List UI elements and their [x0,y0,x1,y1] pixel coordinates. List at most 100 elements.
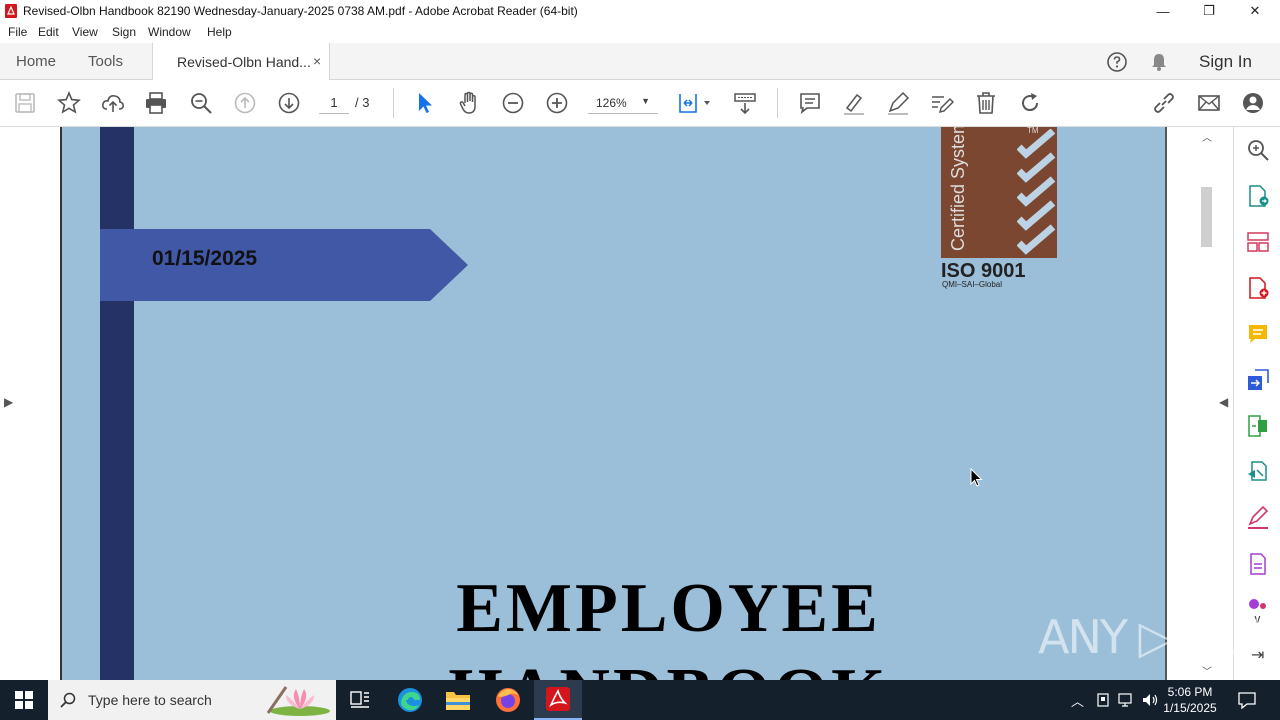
email-icon[interactable] [1197,91,1221,115]
print-icon[interactable] [144,91,168,115]
zoom-level-value: 126% [596,96,627,110]
save-icon[interactable] [13,91,37,115]
right-tools-panel: ∨ ⇥ [1233,127,1280,680]
acrobat-taskbar-button[interactable] [534,680,582,720]
compress-pdf-icon[interactable] [1246,414,1270,438]
share-user-icon[interactable] [1241,91,1265,115]
comment-icon[interactable] [798,91,822,115]
search-icon [60,692,76,708]
edit-text-icon[interactable] [930,91,955,115]
upload-cloud-icon[interactable] [101,91,125,115]
task-view-button[interactable] [336,680,384,720]
create-pdf-icon[interactable] [1246,276,1270,300]
sign-in-button[interactable]: Sign In [1199,52,1252,72]
edge-icon [398,688,422,712]
more-tools-icon[interactable] [1246,552,1270,576]
windows-logo-icon [15,691,33,709]
menu-file[interactable]: File [8,25,27,39]
show-hidden-icons-chevron-icon[interactable]: ︿ [1071,691,1084,710]
document-headline: EMPLOYEE [456,570,881,647]
iso-sub-label: QMI–SAI–Global [942,280,1003,289]
highlighter-icon[interactable] [842,91,866,115]
tab-document[interactable]: Revised-Olbn Hand... × [152,43,330,81]
export-pdf-icon[interactable] [1246,184,1270,208]
acrobat-app-icon [5,4,17,18]
tab-tools[interactable]: Tools [88,53,123,70]
task-view-icon [350,691,369,708]
fill-sign-icon[interactable] [1246,505,1270,530]
mouse-cursor-icon [970,468,983,487]
document-viewport[interactable]: ▶ 01/15/2025 TM Certified System ISO 900… [0,127,1233,680]
page-fit-icon[interactable] [677,91,713,115]
menu-edit[interactable]: Edit [38,25,59,39]
rotate-icon[interactable] [1018,91,1042,115]
notifications-bell-icon[interactable] [1149,52,1169,72]
previous-page-icon[interactable] [233,91,257,115]
volume-icon[interactable] [1142,692,1160,708]
toolbar-divider [393,88,394,118]
zoom-in-icon[interactable] [545,91,569,115]
file-explorer-button[interactable] [434,680,482,720]
delete-trash-icon[interactable] [974,91,998,115]
scroll-up-icon[interactable]: ︿ [1202,129,1212,144]
zoom-out-icon[interactable] [501,91,525,115]
scrollbar-thumb[interactable] [1201,187,1212,247]
lotus-decoration-icon [266,686,330,716]
zoom-level-select[interactable]: 126% ▼ [588,92,658,114]
firefox-icon [496,688,520,712]
trademark-label: TM [1027,127,1039,135]
checkmarks-icon [1017,129,1056,255]
menu-sign[interactable]: Sign [112,25,136,39]
vertical-scrollbar[interactable]: ︿ ﹀ [1198,127,1215,680]
network-icon[interactable] [1118,692,1136,708]
chevron-down-icon: ▼ [641,96,650,106]
certified-system-label: Certified System [948,127,968,251]
menu-bar: File Edit View Sign Window Help [0,22,1280,43]
close-window-button[interactable]: ✕ [1232,0,1278,22]
organize-pages-icon[interactable] [1246,230,1270,254]
start-button[interactable] [0,680,48,720]
acrobat-icon [546,687,570,711]
menu-help[interactable]: Help [207,25,232,39]
device-tray-icon[interactable] [1095,692,1111,708]
document-date: 01/15/2025 [152,247,258,270]
toolbar: 1 / 3 126% ▼ [0,80,1280,127]
draw-pen-icon[interactable] [886,91,910,115]
firefox-button[interactable] [484,680,532,720]
toolbar-divider [777,88,778,118]
share-link-icon[interactable] [1152,91,1176,115]
search-tool-icon[interactable] [1246,138,1270,162]
page-total: / 3 [355,95,370,110]
scroll-mode-icon[interactable] [733,91,757,115]
edge-browser-button[interactable] [386,680,434,720]
system-clock[interactable]: 5:06 PM 1/15/2025 [1160,684,1220,716]
menu-window[interactable]: Window [148,25,191,39]
combine-files-icon[interactable] [1246,368,1270,392]
collapse-right-panel-icon[interactable]: ◀ [1219,395,1228,409]
clock-date: 1/15/2025 [1163,701,1217,715]
page-number-input[interactable]: 1 [319,92,349,114]
zoom-search-icon[interactable] [189,91,213,115]
maximize-button[interactable]: ❐ [1186,0,1232,22]
window-title: Revised-Olbn Handbook 82190 Wednesday-Ja… [23,4,578,18]
windows-taskbar: Type here to search ︿ 5:06 PM 1/15/2025 [0,680,1280,720]
menu-view[interactable]: View [72,25,98,39]
taskbar-search-box[interactable]: Type here to search [48,680,336,720]
bookmark-star-icon[interactable] [57,90,81,115]
minimize-button[interactable]: — [1140,0,1186,22]
hand-tool-icon[interactable] [457,91,481,115]
tab-bar: Home Tools Revised-Olbn Hand... × Sign I… [0,43,1280,81]
send-for-review-icon[interactable] [1246,460,1270,484]
anyrun-watermark: ANY ▷ RUN [1038,610,1280,664]
help-icon[interactable] [1106,51,1128,73]
expand-left-panel-icon[interactable]: ▶ [4,395,13,409]
select-arrow-icon[interactable] [413,91,437,115]
scroll-down-icon[interactable]: ﹀ [1202,663,1212,678]
comment-tool-icon[interactable] [1246,322,1270,346]
tab-home[interactable]: Home [16,53,56,70]
document-tab-label: Revised-Olbn Hand... [177,54,311,70]
close-tab-button[interactable]: × [313,53,321,69]
notification-center-icon[interactable] [1238,691,1256,709]
folder-icon [446,692,470,710]
next-page-icon[interactable] [277,91,301,115]
